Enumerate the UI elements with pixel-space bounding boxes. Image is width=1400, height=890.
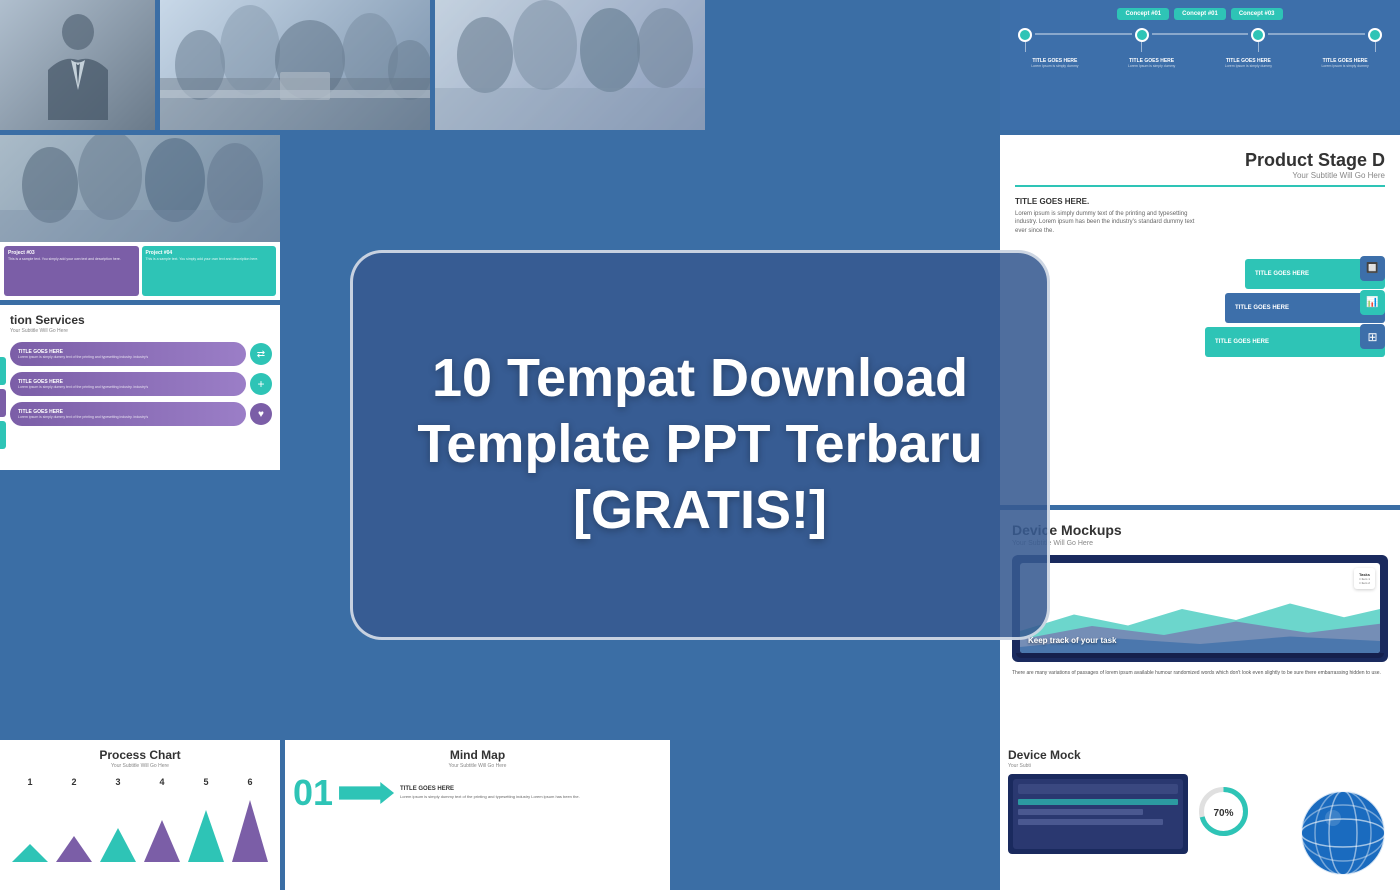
- step-num-4: 4: [159, 777, 164, 787]
- person-photo: [0, 0, 155, 130]
- services-subtitle: Your Subtitle Will Go Here: [10, 328, 272, 334]
- product-stage-title: Product Stage D: [1015, 150, 1385, 171]
- device-mockups-subtitle: Your Subtitle Will Go Here: [1012, 540, 1388, 547]
- project-4-text: This is a sample text. You simply add yo…: [146, 257, 273, 262]
- center-card: 10 Tempat Download Template PPT Terbaru …: [350, 250, 1050, 640]
- step-num-5: 5: [203, 777, 208, 787]
- mind-map-number: 01: [293, 775, 333, 811]
- concept-label-1: Concept #01: [1117, 8, 1169, 20]
- service-icon-2: +: [250, 373, 272, 395]
- slide-mid-left: Project #03 This is a sample text. You s…: [0, 135, 280, 300]
- service-accent-1: [0, 357, 6, 385]
- process-chart-subtitle: Your Subtitle Will Go Here: [8, 763, 272, 769]
- service-icon-1: ⇄: [250, 343, 272, 365]
- device-mock2-subtitle: Your Subti: [1008, 763, 1392, 769]
- center-card-title: 10 Tempat Download Template PPT Terbaru …: [413, 346, 987, 544]
- product-stage-subtitle: Your Subtitle Will Go Here: [1015, 171, 1385, 180]
- step-num-6: 6: [247, 777, 252, 787]
- device-mockups-title: Device Mockups: [1012, 522, 1388, 538]
- mind-map-subtitle: Your Subtitle Will Go Here: [293, 763, 662, 769]
- process-chart-title: Process Chart: [8, 748, 272, 762]
- laptop-mockup: Tasks □ Item 1 □ Item 2 Keep track of yo…: [1012, 555, 1388, 662]
- project-box-3: Project #03 This is a sample text. You s…: [4, 246, 139, 296]
- slide-mind-map: Mind Map Your Subtitle Will Go Here 01 T…: [285, 740, 670, 890]
- globe-icon: [1298, 788, 1388, 878]
- svg-text:70%: 70%: [1213, 808, 1233, 819]
- slide-product-stage: Product Stage D Your Subtitle Will Go He…: [1000, 135, 1400, 505]
- service-item-2: TITLE GOES HERE Lorem ipsum is simply du…: [10, 372, 272, 396]
- project-3-text: This is a sample text. You simply add yo…: [8, 257, 135, 262]
- team-photo-top: [435, 0, 705, 130]
- meeting-photo: [160, 0, 430, 130]
- device-body-text: There are many variations of passages of…: [1012, 670, 1388, 678]
- slide-top-mid1: [160, 0, 430, 130]
- step-num-1: 1: [27, 777, 32, 787]
- slide-top-left: [0, 0, 155, 130]
- triangle-1: [12, 844, 48, 862]
- concept-label-2: Concept #01: [1174, 8, 1226, 20]
- step-num-3: 3: [115, 777, 120, 787]
- device-mock2-title: Device Mock: [1008, 748, 1392, 762]
- service-item-1: TITLE GOES HERE Lorem ipsum is simply du…: [10, 342, 272, 366]
- triangle-5: [188, 810, 224, 862]
- service-icon-3: ♥: [250, 403, 272, 425]
- service-item-3: TITLE GOES HERE Lorem ipsum is simply du…: [10, 402, 272, 426]
- service-accent-3: [0, 421, 6, 449]
- slide-process-chart: Process Chart Your Subtitle Will Go Here…: [0, 740, 280, 890]
- triangle-2: [56, 836, 92, 862]
- project-4-title: Project #04: [146, 250, 273, 256]
- project-3-title: Project #03: [8, 250, 135, 256]
- slide-top-mid2: [435, 0, 705, 130]
- mind-map-title: Mind Map: [293, 748, 662, 762]
- ps-section-text: Lorem ipsum is simply dummy text of the …: [1015, 210, 1195, 235]
- keep-track-text: Keep track of your task: [1028, 636, 1116, 645]
- services-title: tion Services: [10, 313, 272, 327]
- slide-top-right: Concept #01 Concept #01 Concept #03: [1000, 0, 1400, 130]
- triangle-6: [232, 800, 268, 862]
- slide-services: tion Services Your Subtitle Will Go Here…: [0, 305, 280, 470]
- step-num-2: 2: [71, 777, 76, 787]
- project-box-4: Project #04 This is a sample text. You s…: [142, 246, 277, 296]
- service-accent-2: [0, 389, 6, 417]
- mm-section-text: Lorem ipsum is simply dummy text of the …: [400, 794, 580, 800]
- mm-section-title: TITLE GOES HERE: [400, 786, 580, 792]
- concept-label-3: Concept #03: [1231, 8, 1283, 20]
- triangle-3: [100, 828, 136, 862]
- slide-device-mockups: Device Mockups Your Subtitle Will Go Her…: [1000, 510, 1400, 745]
- triangle-4: [144, 820, 180, 862]
- ps-section-title: TITLE GOES HERE.: [1015, 197, 1195, 206]
